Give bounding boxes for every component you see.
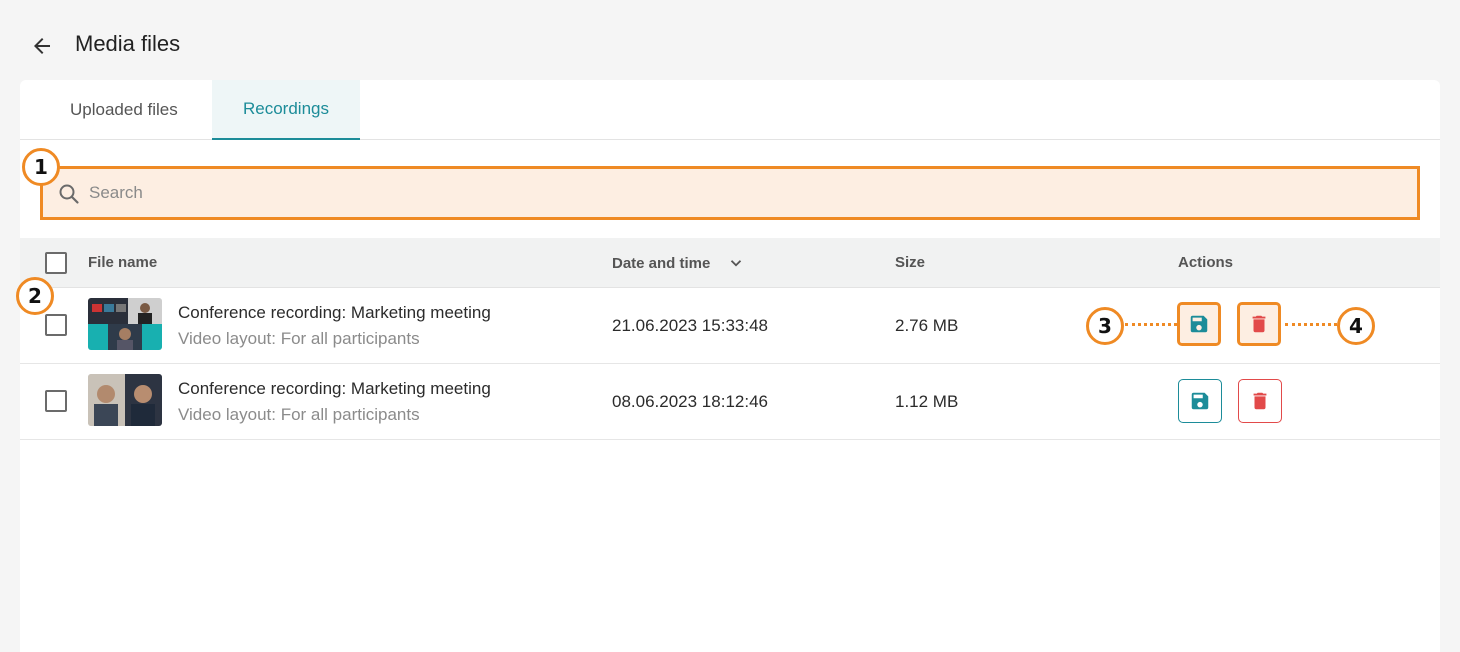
trash-icon <box>1252 315 1266 333</box>
row-checkbox[interactable] <box>45 314 67 336</box>
file-datetime: 21.06.2023 15:33:48 <box>612 316 768 335</box>
recording-thumbnail <box>88 298 162 350</box>
annotation-marker-4: 4 <box>1337 307 1375 345</box>
back-button[interactable] <box>28 32 56 60</box>
search-input[interactable] <box>89 183 1389 203</box>
column-date-time[interactable]: Date and time <box>612 254 745 272</box>
media-card: Uploaded files Recordings 1 File name Da… <box>16 80 1440 652</box>
column-file-name: File name <box>88 254 158 271</box>
file-size: 2.76 MB <box>895 316 959 335</box>
select-all-checkbox[interactable] <box>45 252 67 274</box>
floppy-disk-icon <box>1190 315 1208 333</box>
table-header: File name Date and time Size Actions <box>20 238 1440 288</box>
tab-bar: Uploaded files Recordings <box>20 80 1440 140</box>
tab-uploaded-files[interactable]: Uploaded files <box>48 80 228 140</box>
delete-button[interactable] <box>1238 379 1282 423</box>
annotation-connector-3 <box>1125 323 1177 326</box>
trash-icon <box>1253 392 1267 410</box>
column-actions: Actions <box>1178 254 1234 271</box>
column-size: Size <box>895 254 926 271</box>
row-checkbox[interactable] <box>45 390 67 412</box>
column-date-time-label: Date and time <box>612 255 711 272</box>
file-title[interactable]: Conference recording: Marketing meeting <box>178 379 491 399</box>
recording-thumbnail <box>88 374 162 426</box>
page-title: Media files <box>75 31 181 56</box>
file-datetime: 08.06.2023 18:12:46 <box>612 392 768 411</box>
save-button[interactable] <box>1177 302 1221 346</box>
header-bar: Media files <box>0 0 1460 80</box>
save-button[interactable] <box>1178 379 1222 423</box>
arrow-left-icon <box>34 38 50 54</box>
search-icon <box>59 184 79 204</box>
file-size: 1.12 MB <box>895 392 959 411</box>
annotation-marker-3: 3 <box>1086 307 1124 345</box>
file-title[interactable]: Conference recording: Marketing meeting <box>178 303 491 323</box>
annotation-marker-1: 1 <box>22 148 60 186</box>
delete-button[interactable] <box>1237 302 1281 346</box>
annotation-marker-2: 2 <box>16 277 54 315</box>
search-box[interactable] <box>40 166 1420 220</box>
file-subtitle: Video layout: For all participants <box>178 405 420 424</box>
annotation-connector-4 <box>1285 323 1337 326</box>
tab-recordings[interactable]: Recordings <box>212 80 360 140</box>
chevron-down-icon <box>730 260 741 267</box>
floppy-disk-icon <box>1191 392 1209 410</box>
file-subtitle: Video layout: For all participants <box>178 329 420 348</box>
